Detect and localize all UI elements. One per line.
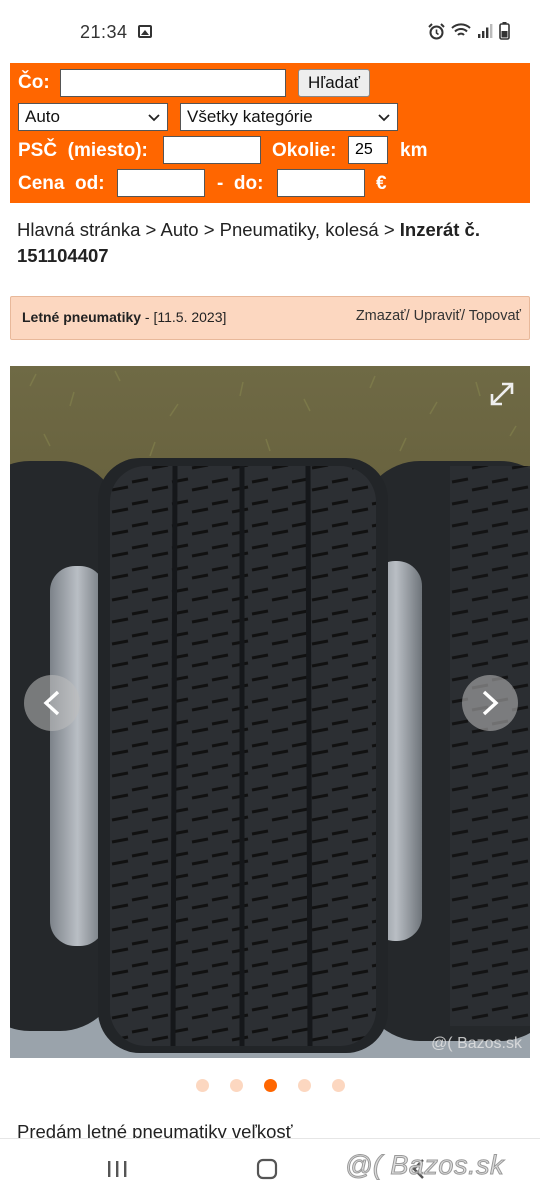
image-icon <box>138 25 152 38</box>
section-select[interactable]: Auto <box>18 103 168 131</box>
recent-apps-icon[interactable] <box>106 1159 128 1179</box>
category-select[interactable]: Všetky kategórie <box>180 103 398 131</box>
search-panel: Čo: Hľadať Auto Všetky kategórie PSČ (mi… <box>10 63 530 203</box>
action-separator: / <box>461 308 469 324</box>
home-icon[interactable] <box>256 1158 278 1180</box>
breadcrumb-auto[interactable]: Auto <box>160 219 198 240</box>
edit-link[interactable]: Upraviť <box>414 308 461 324</box>
breadcrumb-separator: > <box>145 219 157 240</box>
signal-icon <box>478 24 493 38</box>
listing-header: Letné pneumatiky - [11.5. 2023] Zmazať/ … <box>10 296 530 340</box>
price-from-input[interactable] <box>117 169 205 197</box>
breadcrumb-separator: > <box>203 219 215 240</box>
price-to-input[interactable] <box>277 169 365 197</box>
gallery-pagination <box>0 1079 540 1095</box>
chevron-down-icon <box>148 114 160 122</box>
status-time: 21:34 <box>80 22 128 42</box>
price-separator: - do: <box>217 173 264 194</box>
breadcrumb-home[interactable]: Hlavná stránka <box>17 219 140 240</box>
chevron-down-icon <box>378 114 390 122</box>
status-icons <box>428 22 510 40</box>
listing-title: Letné pneumatiky <box>22 309 142 325</box>
radius-input[interactable] <box>348 136 388 164</box>
gallery-dot[interactable] <box>230 1079 243 1092</box>
category-select-value: Všetky kategórie <box>187 107 313 126</box>
gallery-dot[interactable] <box>298 1079 311 1092</box>
gallery-dot-active[interactable] <box>264 1079 277 1092</box>
bazos-watermark: @( Bazos.sk <box>345 1150 504 1181</box>
wifi-icon <box>451 23 471 36</box>
action-separator: / <box>405 308 414 324</box>
battery-icon <box>499 22 510 40</box>
top-link[interactable]: Topovať <box>469 308 521 324</box>
photo-watermark: @( Bazos.sk <box>431 1035 523 1052</box>
delete-link[interactable]: Zmazať <box>356 308 406 324</box>
currency-label: € <box>376 173 387 194</box>
gallery-prev-button[interactable] <box>24 675 80 731</box>
listing-date: - [11.5. 2023] <box>144 309 227 325</box>
breadcrumb-tires[interactable]: Pneumatiky, kolesá <box>220 219 379 240</box>
photo-gallery[interactable]: @( Bazos.sk <box>10 366 530 1058</box>
alarm-icon <box>428 22 445 39</box>
gallery-next-button[interactable] <box>462 675 518 731</box>
listing-actions: Zmazať/ Upraviť/ Topovať <box>356 308 521 324</box>
gallery-dot[interactable] <box>196 1079 209 1092</box>
expand-icon[interactable] <box>484 376 520 412</box>
breadcrumb-separator: > <box>383 219 395 240</box>
listing-title-block: Letné pneumatiky - [11.5. 2023] <box>22 309 226 325</box>
radius-label: Okolie: <box>272 140 337 161</box>
price-label: Cena od: <box>18 173 105 194</box>
search-button[interactable]: Hľadať <box>298 69 370 97</box>
what-label: Čo: <box>18 72 50 93</box>
status-bar: 21:34 <box>0 0 540 62</box>
what-input[interactable] <box>60 69 286 97</box>
chevron-right-icon <box>482 690 499 716</box>
zip-input[interactable] <box>163 136 261 164</box>
chevron-left-icon <box>43 690 60 716</box>
section-select-value: Auto <box>25 107 60 126</box>
zip-label: PSČ (miesto): <box>18 140 148 161</box>
breadcrumb: Hlavná stránka > Auto > Pneumatiky, kole… <box>17 217 527 269</box>
radius-unit: km <box>400 140 428 161</box>
tire-photo: @( Bazos.sk <box>10 366 530 1058</box>
gallery-dot[interactable] <box>332 1079 345 1092</box>
